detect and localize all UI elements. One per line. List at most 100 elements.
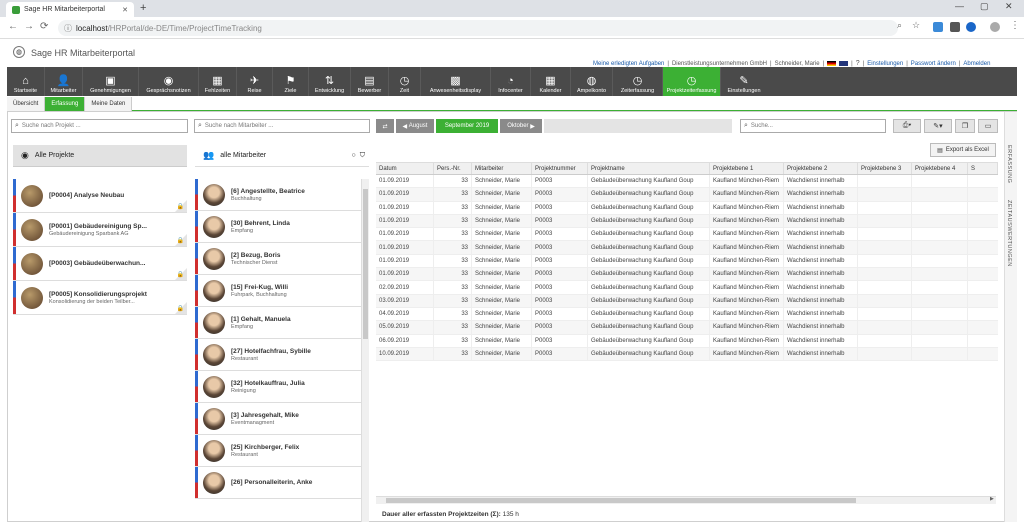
menu-fehlzeiten[interactable]: ▦ Fehlzeiten [199, 67, 237, 96]
browser-tab[interactable]: Sage HR Mitarbeiterportal ✕ [6, 2, 134, 17]
side-tab-erfassung[interactable]: ERFASSUNG [1006, 145, 1012, 183]
menu-projektzeiterfassung[interactable]: ◷ Projektzeiterfassung [663, 67, 721, 96]
export-excel-button[interactable]: ▤ Export als Excel [930, 143, 996, 157]
menu-entwicklung[interactable]: ⇅ Entwicklung [309, 67, 351, 96]
employee-item[interactable]: [25] Kirchberger, Felix Restaurant [195, 435, 361, 467]
browser-menu-icon[interactable]: ⋮ [1010, 20, 1020, 31]
table-row[interactable]: 03.09.2019 33 Schneider, Marie P0003 Gebäude… [376, 294, 998, 308]
menu-genehmigungen[interactable]: ▣ Genehmigungen [83, 67, 139, 96]
maximize-panel-button[interactable]: ▭ [978, 119, 998, 133]
menu-zeiterfassung[interactable]: ◷ Zeiterfassung [613, 67, 663, 96]
table-row[interactable]: 04.09.2019 33 Schneider, Marie P0003 Gebäude… [376, 307, 998, 322]
filter-icon[interactable]: ⛉ [360, 152, 365, 160]
employee-item[interactable]: [32] Hotelkauffrau, Julia Reinigung [195, 371, 361, 403]
reload-icon[interactable]: ⟳ [40, 21, 48, 32]
employee-item[interactable]: [2] Bezug, Boris Technischer Dienst [195, 243, 361, 275]
all-employees-header[interactable]: 👥 alle Mitarbeiter ○ ⛉ [195, 145, 369, 167]
table-row[interactable]: 01.09.2019 33 Schneider, Marie P0003 Gebäude… [376, 241, 998, 255]
flag-uk-icon[interactable] [839, 61, 849, 66]
all-projects-header[interactable]: ◉ Alle Projekte [13, 145, 187, 167]
table-search-input[interactable]: ⌕ Suche... [740, 119, 886, 133]
minimize-icon[interactable]: — [955, 1, 964, 11]
menu-bewerber[interactable]: ▤ Bewerber [351, 67, 389, 96]
lock-icon[interactable]: 🔒 [177, 305, 184, 312]
menu-mitarbeiter[interactable]: 👤 Mitarbeiter [45, 67, 83, 96]
print-button[interactable]: ⎙▾ [893, 119, 921, 133]
project-item[interactable]: [P0001] Gebäudereinigung Sp... Gebäuderei… [13, 213, 187, 247]
column-header[interactable]: Projektebene 2 [784, 163, 858, 174]
flag-de-icon[interactable] [827, 61, 837, 66]
employee-item[interactable]: [3] Jahresgehalt, Mike Eventmanagment [195, 403, 361, 435]
employee-item[interactable]: [30] Behrent, Linda Empfang [195, 211, 361, 243]
extension-icon[interactable] [950, 22, 960, 32]
employee-list-scrollbar[interactable] [361, 179, 369, 522]
table-row[interactable]: 06.09.2019 33 Schneider, Marie P0003 Gebäude… [376, 334, 998, 348]
tab-uebersicht[interactable]: Übersicht [7, 97, 46, 111]
scroll-right-icon[interactable]: ▶ [990, 496, 998, 504]
menu-startseite[interactable]: ⌂ Startseite [7, 67, 45, 96]
current-month-button[interactable]: September 2019 [436, 119, 498, 133]
project-item[interactable]: [P0003] Gebäudeüberwachun... 🔒 [13, 247, 187, 281]
lock-icon[interactable]: 🔒 [177, 203, 184, 210]
scrollbar-thumb[interactable] [363, 189, 368, 339]
profile-icon[interactable] [990, 22, 1000, 32]
column-header[interactable]: S [968, 163, 998, 174]
employee-search-input[interactable]: ⌕ Suche nach Mitarbeiter ... [194, 119, 370, 133]
project-search-input[interactable]: ⌕ Suche nach Projekt ... [11, 119, 188, 133]
table-row[interactable]: 01.09.2019 33 Schneider, Marie P0003 Gebäude… [376, 175, 998, 189]
bookmark-star-icon[interactable]: ☆ [912, 20, 920, 31]
column-header[interactable]: Projektebene 4 [912, 163, 968, 174]
table-row[interactable]: 02.09.2019 33 Schneider, Marie P0003 Gebäude… [376, 281, 998, 295]
employee-item[interactable]: [27] Hotelfachfrau, Sybille Restaurant [195, 339, 361, 371]
table-row[interactable]: 01.09.2019 33 Schneider, Marie P0003 Gebäude… [376, 254, 998, 269]
table-row[interactable]: 01.09.2019 33 Schneider, Marie P0003 Gebäude… [376, 188, 998, 202]
url-field[interactable]: ⓘ localhost/HRPortal/de-DE/Time/ProjectT… [58, 20, 898, 36]
new-tab-icon[interactable]: + [140, 2, 146, 14]
tab-meine-daten[interactable]: Meine Daten [85, 97, 133, 111]
menu-kalender[interactable]: ▦ Kalender [531, 67, 571, 96]
prev-month-button[interactable]: ◀ August [396, 119, 434, 133]
menu-zeit[interactable]: ◷ Zeit [389, 67, 421, 96]
column-header[interactable]: Projektebene 1 [710, 163, 784, 174]
employee-item[interactable]: [1] Gehalt, Manuela Empfang [195, 307, 361, 339]
settings-link[interactable]: Einstellungen [867, 61, 903, 67]
menu-reise[interactable]: ✈ Reise [237, 67, 273, 96]
menu-gespraechsnotizen[interactable]: ◉ Gesprächsnotizen [139, 67, 199, 96]
employee-item[interactable]: [26] Personalleiterin, Anke [195, 467, 361, 499]
column-header[interactable]: Projektnummer [532, 163, 588, 174]
project-item[interactable]: [P0004] Analyse Neubau 🔒 [13, 179, 187, 213]
logout-link[interactable]: Abmelden [963, 61, 990, 67]
change-password-link[interactable]: Passwort ändern [911, 61, 956, 67]
lock-icon[interactable]: 🔒 [177, 271, 184, 278]
table-row[interactable]: 01.09.2019 33 Schneider, Marie P0003 Gebäude… [376, 214, 998, 229]
table-row[interactable]: 01.09.2019 33 Schneider, Marie P0003 Gebäude… [376, 228, 998, 242]
forward-icon[interactable]: → [24, 21, 34, 32]
tab-erfassung[interactable]: Erfassung [45, 97, 86, 111]
employee-item[interactable]: [6] Angestellte, Beatrice Buchhaltung [195, 179, 361, 211]
table-row[interactable]: 05.09.2019 33 Schneider, Marie P0003 Gebäude… [376, 321, 998, 335]
menu-infocenter[interactable]: ◔ Infocenter [491, 67, 531, 96]
column-header[interactable]: Projektname [588, 163, 710, 174]
maximize-icon[interactable]: ▢ [980, 1, 989, 12]
column-header[interactable]: Mitarbeiter [472, 163, 532, 174]
column-header[interactable]: Projektebene 3 [858, 163, 912, 174]
project-item[interactable]: [P0005] Konsolidierungsprojekt Konsolidie… [13, 281, 187, 315]
lock-icon[interactable]: 🔒 [177, 237, 184, 244]
help-icon[interactable]: ? [856, 60, 860, 67]
column-header[interactable]: Pers.-Nr. [434, 163, 472, 174]
table-row[interactable]: 01.09.2019 33 Schneider, Marie P0003 Gebäude… [376, 268, 998, 282]
restore-button[interactable]: ❐ [955, 119, 975, 133]
back-icon[interactable]: ← [8, 21, 18, 32]
my-tasks-link[interactable]: Meine erledigten Aufgaben [593, 61, 664, 67]
extension-icon[interactable] [966, 22, 976, 32]
table-row[interactable]: 10.09.2019 33 Schneider, Marie P0003 Gebäude… [376, 347, 998, 362]
next-month-button[interactable]: Oktober ▶ [500, 119, 542, 133]
extension-icon[interactable] [933, 22, 943, 32]
swap-button[interactable]: ⇄ [376, 119, 394, 133]
scrollbar-thumb[interactable] [386, 498, 856, 503]
radio-icon[interactable]: ○ [352, 152, 356, 159]
table-row[interactable]: 01.09.2019 33 Schneider, Marie P0003 Gebäude… [376, 201, 998, 215]
column-header[interactable]: Datum [376, 163, 434, 174]
side-tab-zeitauswertungen[interactable]: ZEITAUSWERTUNGEN [1006, 200, 1012, 267]
zoom-icon[interactable]: ⌕ [897, 20, 902, 31]
